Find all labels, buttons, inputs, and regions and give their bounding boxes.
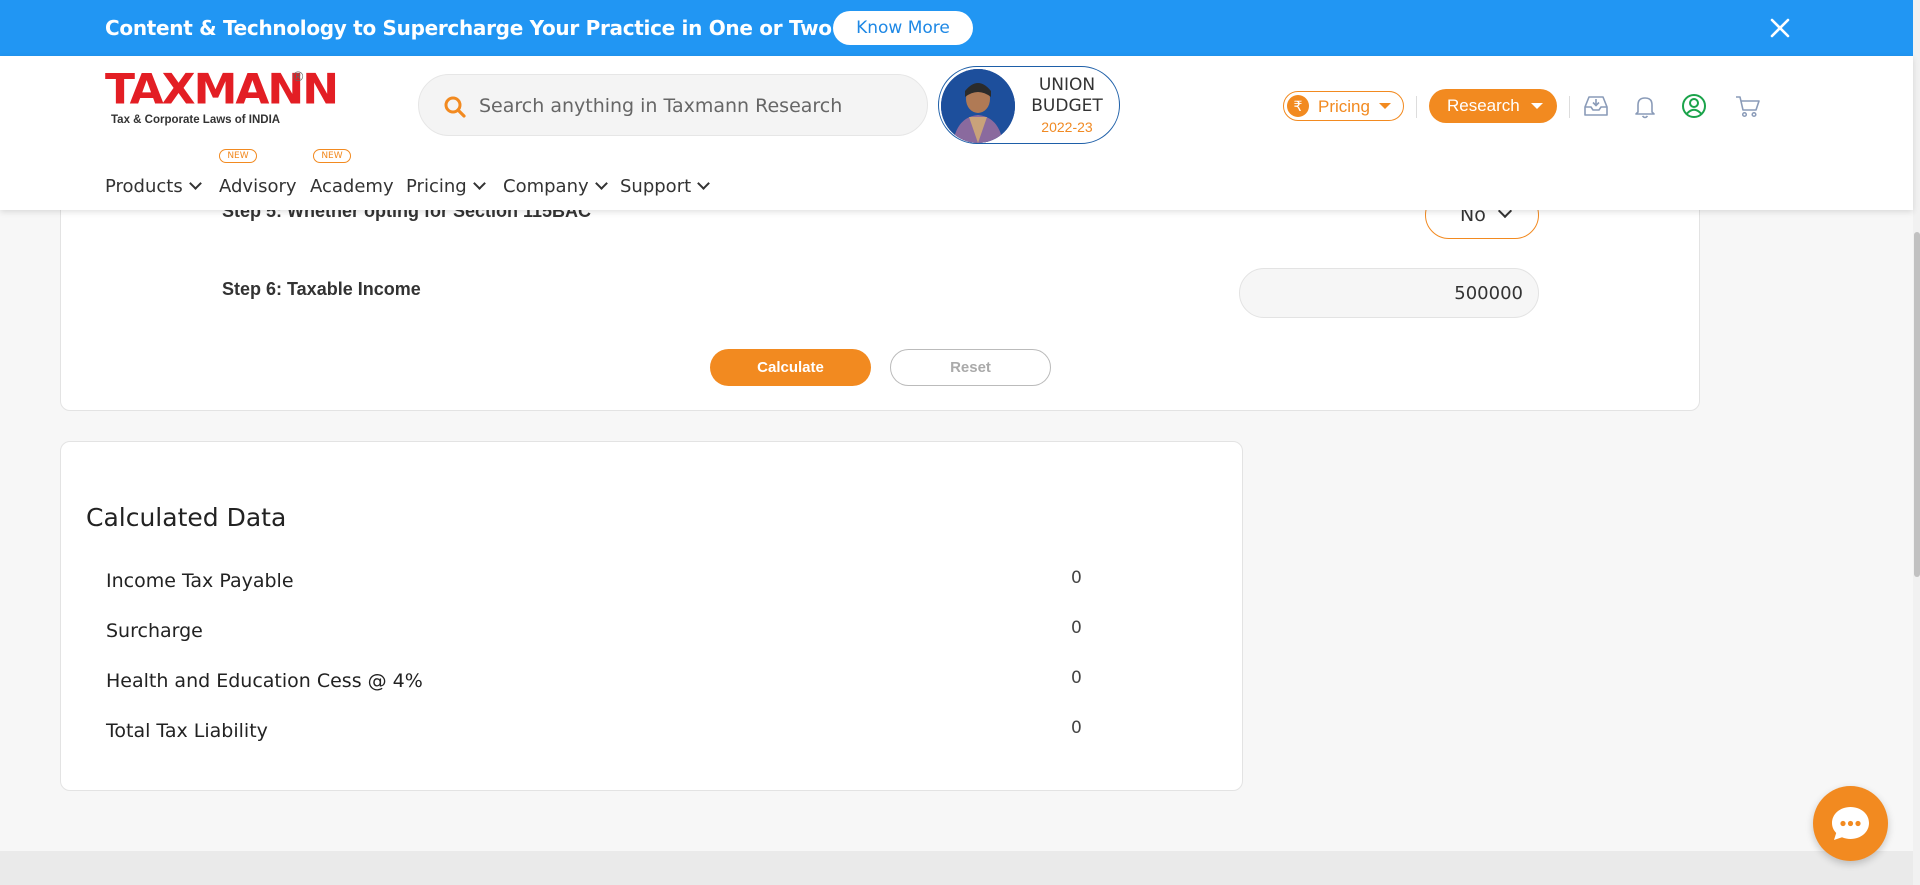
close-icon[interactable] [1766,14,1794,42]
registered-mark: ® [293,68,304,84]
chevron-down-icon [594,177,608,190]
chat-button[interactable] [1813,786,1888,861]
cart-icon[interactable] [1734,92,1762,120]
divider [1569,96,1570,118]
budget-line1: UNION [1038,75,1096,95]
surcharge-value: 0 [1071,618,1082,638]
nav-company-label: Company [503,176,589,197]
nav-company[interactable]: Company [503,176,608,197]
nav-pricing[interactable]: Pricing [406,176,486,197]
new-badge: NEW [313,149,351,163]
calculated-data-card: Calculated Data Income Tax Payable 0 Sur… [60,441,1243,791]
chevron-down-icon [697,177,711,190]
cess-label: Health and Education Cess @ 4% [106,670,423,692]
nav-products[interactable]: Products [105,176,202,197]
logo-subtitle: Tax & Corporate Laws of INDIA [111,114,281,126]
logo-wordmark: TAXMANN [105,65,339,114]
search-icon[interactable] [443,95,467,119]
nav-advisory-label: Advisory [219,176,297,197]
nav-pricing-label: Pricing [406,176,467,197]
union-budget-badge[interactable]: UNION BUDGET 2022-23 [938,66,1120,144]
reset-button[interactable]: Reset [890,349,1051,386]
chevron-down-icon [188,177,202,190]
calculated-data-title: Calculated Data [86,503,287,532]
nav-support-label: Support [620,176,692,197]
divider [1416,96,1417,118]
inbox-download-icon[interactable] [1582,92,1610,120]
bell-icon[interactable] [1631,92,1659,120]
calculate-button[interactable]: Calculate [710,349,871,386]
nav-academy-label: Academy [310,176,394,197]
user-account-icon[interactable] [1680,92,1708,120]
search-input[interactable] [479,93,899,119]
promo-banner-text: Content & Technology to Supercharge Your… [105,16,910,40]
chevron-down-icon [472,177,486,190]
new-badge: NEW [219,149,257,163]
footer-band [0,851,1920,885]
caret-down-icon [1379,103,1391,109]
surcharge-label: Surcharge [106,620,203,642]
page-scrollbar-thumb[interactable] [1914,232,1920,577]
caret-down-icon [1531,103,1543,109]
taxmann-logo[interactable]: TAXMANN ® Tax & Corporate Laws of INDIA [105,65,339,130]
step6-label: Step 6: Taxable Income [222,279,421,299]
total-tax-liability-value: 0 [1071,718,1082,738]
cess-value: 0 [1071,668,1082,688]
know-more-button[interactable]: Know More [833,11,973,45]
rupee-icon: ₹ [1287,95,1309,117]
budget-year: 2022-23 [1041,119,1093,135]
income-tax-payable-value: 0 [1071,568,1082,588]
promo-banner: Content & Technology to Supercharge Your… [0,0,1913,56]
budget-line2: BUDGET [1031,96,1103,116]
research-dropdown-label: Research [1447,96,1520,115]
research-dropdown[interactable]: Research [1429,89,1557,123]
search-bar [418,74,928,136]
nav-products-label: Products [105,176,183,197]
total-tax-liability-label: Total Tax Liability [106,720,268,742]
nav-support[interactable]: Support [620,176,711,197]
chat-bubble-icon [1832,807,1869,840]
pricing-dropdown[interactable]: ₹ Pricing [1283,91,1404,121]
nav-advisory[interactable]: NEW Advisory [219,149,297,197]
pricing-dropdown-label: Pricing [1318,97,1370,116]
budget-portrait-image [941,69,1015,143]
income-tax-payable-label: Income Tax Payable [106,570,294,592]
nav-academy[interactable]: NEW Academy [310,149,394,197]
site-header: TAXMANN ® Tax & Corporate Laws of INDIA … [0,56,1913,210]
taxable-income-input[interactable] [1239,268,1539,318]
